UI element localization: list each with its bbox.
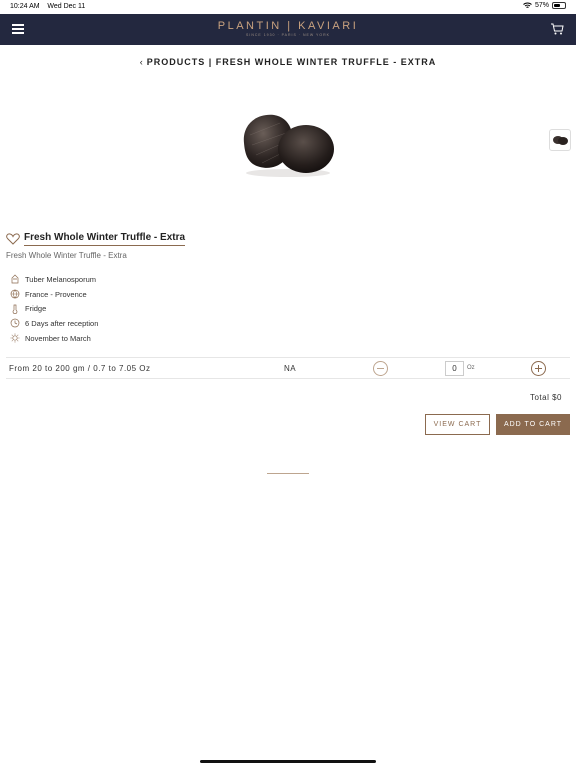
- species-icon: [11, 274, 19, 284]
- breadcrumb-text: PRODUCTS | FRESH WHOLE WINTER TRUFFLE - …: [146, 57, 437, 67]
- attribute-label: November to March: [25, 333, 91, 343]
- breadcrumb[interactable]: ‹ PRODUCTS | FRESH WHOLE WINTER TRUFFLE -…: [0, 57, 576, 67]
- product-attributes: Tuber Melanosporum France - Provence Fri…: [10, 272, 98, 345]
- attribute-label: Tuber Melanosporum: [25, 274, 97, 284]
- product-title-row: Fresh Whole Winter Truffle - Extra: [6, 232, 186, 246]
- battery-level: [554, 4, 560, 7]
- add-to-cart-button[interactable]: ADD TO CART: [496, 414, 570, 435]
- attribute-shelf-life: 6 Days after reception: [10, 316, 98, 331]
- quantity-unit: Oz: [467, 365, 475, 371]
- attribute-season: November to March: [10, 331, 98, 346]
- globe-icon: [10, 289, 20, 299]
- battery-icon: [552, 2, 566, 9]
- truffle-thumbnail-image: [553, 136, 568, 145]
- decrease-quantity-button[interactable]: [373, 361, 388, 376]
- product-title: Fresh Whole Winter Truffle - Extra: [24, 232, 186, 246]
- wifi-icon: [523, 2, 532, 8]
- variant-description: From 20 to 200 gm / 0.7 to 7.05 Oz: [9, 364, 151, 373]
- truffle-product-image: [243, 114, 334, 177]
- quantity-input[interactable]: [445, 361, 464, 376]
- increase-quantity-button[interactable]: [531, 361, 546, 376]
- heart-icon[interactable]: [6, 233, 20, 245]
- status-date: Wed Dec 11: [47, 3, 86, 10]
- battery-percent: 57%: [534, 2, 549, 9]
- brand-tagline: SINCE 1930 · PARIS · NEW YORK: [246, 33, 330, 37]
- variant-row: From 20 to 200 gm / 0.7 to 7.05 Oz NA Oz: [6, 357, 570, 379]
- variant-price: NA: [284, 364, 297, 373]
- status-bar: 10:24 AM Wed Dec 11 57%: [0, 0, 576, 14]
- brand-title: PLANTIN | KAVIARI: [217, 20, 359, 32]
- product-subtitle: Fresh Whole Winter Truffle - Extra: [6, 251, 127, 260]
- sun-icon: [10, 333, 20, 343]
- order-total: Total $0: [529, 393, 562, 402]
- cart-icon[interactable]: [550, 22, 564, 36]
- view-cart-button[interactable]: VIEW CART: [425, 414, 490, 435]
- status-time-date: 10:24 AM Wed Dec 11: [10, 3, 85, 10]
- attribute-label: Fridge: [25, 304, 47, 314]
- attribute-origin: France - Provence: [10, 287, 98, 302]
- status-indicators: 57%: [523, 2, 566, 9]
- top-navigation: PLANTIN | KAVIARI SINCE 1930 · PARIS · N…: [0, 14, 576, 45]
- home-indicator[interactable]: [200, 760, 376, 763]
- status-time: 10:24 AM: [10, 3, 40, 10]
- attribute-storage: Fridge: [10, 301, 98, 316]
- attribute-label: France - Provence: [25, 289, 87, 299]
- brand-logo[interactable]: PLANTIN | KAVIARI SINCE 1930 · PARIS · N…: [0, 20, 576, 37]
- section-divider: [267, 473, 309, 474]
- clock-icon: [10, 319, 20, 328]
- product-thumbnail[interactable]: [549, 129, 571, 151]
- attribute-label: 6 Days after reception: [25, 318, 99, 328]
- back-chevron-icon[interactable]: ‹: [140, 57, 144, 67]
- thermometer-icon: [12, 304, 18, 314]
- attribute-species: Tuber Melanosporum: [10, 272, 98, 287]
